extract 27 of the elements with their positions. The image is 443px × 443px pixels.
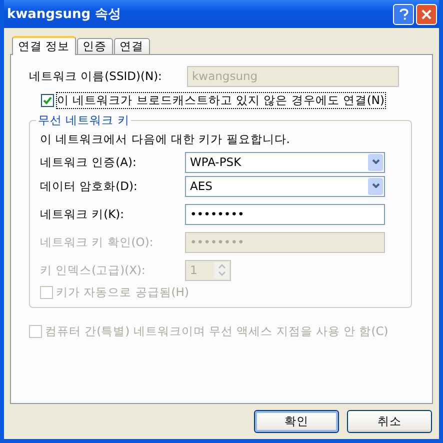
dialog-button[interactable]: 확인: [254, 410, 339, 433]
help-button[interactable]: [393, 4, 414, 24]
dropdown[interactable]: WPA-PSK: [185, 152, 385, 172]
question-mark-icon: [398, 8, 408, 20]
field-label: 네트워크 이름(SSID)(N):: [29, 68, 163, 84]
group-title: 무선 네트워크 키: [37, 113, 130, 128]
field-label: 네트워크 키 확인(O):: [40, 234, 154, 250]
close-button[interactable]: [416, 4, 437, 24]
description-text: 이 네트워크에서 다음에 대한 키가 필요합니다.: [40, 132, 291, 147]
field-label: 데이터 암호화(D):: [40, 178, 138, 194]
checkbox-label: 컴퓨터 간(특별) 네트워크이며 무선 액세스 지점을 사용 안 함(C): [45, 324, 388, 338]
password-field[interactable]: ••••••••: [185, 204, 385, 224]
window-title: kwangsung 속성: [7, 6, 122, 23]
tab[interactable]: 인증: [76, 38, 113, 54]
field-label: 키 인덱스(고급)(X):: [40, 262, 146, 278]
checkmark-icon: [43, 96, 52, 104]
checkbox[interactable]: [41, 94, 54, 106]
checkbox-label: 키가 자동으로 공급됨(H): [56, 284, 189, 300]
close-icon: [421, 8, 432, 20]
dropdown[interactable]: AES: [185, 176, 385, 196]
spinner-arrows-icon: [214, 262, 229, 278]
dialog-button[interactable]: 취소: [347, 410, 432, 433]
tab[interactable]: 연결 정보: [12, 36, 76, 55]
checkbox-label: 이 네트워크가 브로드캐스트하고 있지 않은 경우에도 연결(N): [57, 92, 385, 108]
field-label: 네트워크 인증(A):: [40, 154, 138, 170]
tab[interactable]: 연결: [114, 38, 150, 54]
field-label: 네트워크 키(K):: [40, 206, 126, 222]
